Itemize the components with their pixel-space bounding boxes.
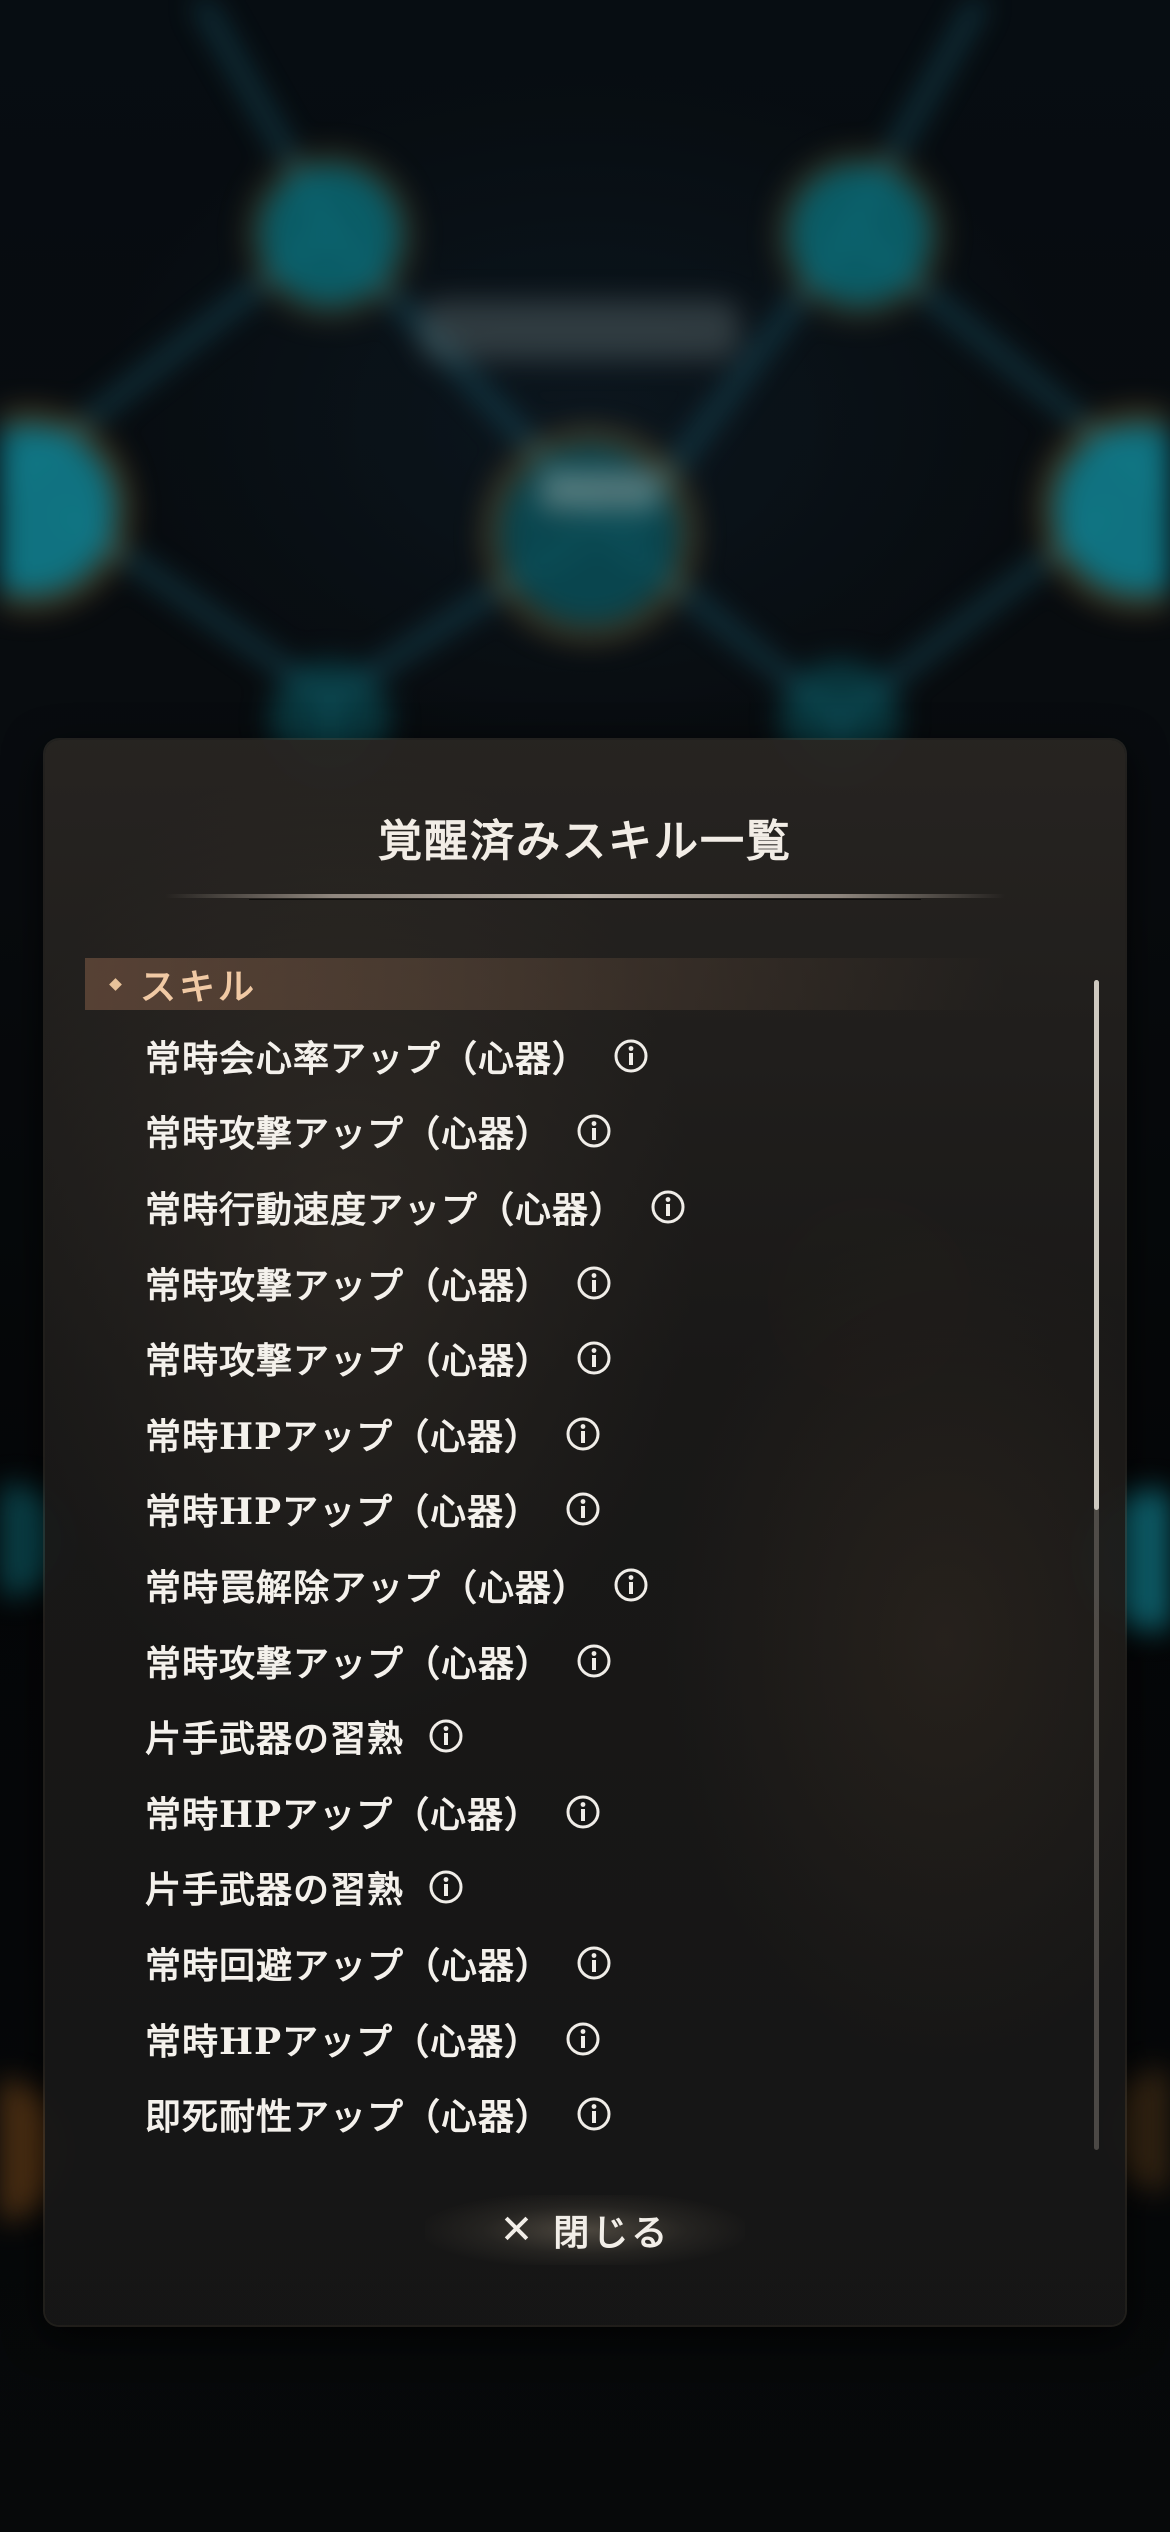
title-divider: [165, 894, 1005, 900]
info-icon[interactable]: [576, 1643, 612, 1679]
close-x-icon: ✕: [499, 2207, 534, 2253]
skill-name: 常時攻撃アップ（心器）: [145, 1264, 553, 1307]
scrollbar-thumb[interactable]: [1094, 980, 1099, 1510]
skill-list-item: 常時会心率アップ（心器）: [145, 1018, 1095, 1094]
close-button[interactable]: ✕ 閉じる: [425, 2195, 745, 2265]
skill-name: 常時HPアップ（心器）: [145, 1491, 542, 1534]
skill-list-item: 片手武器の習熟: [145, 1698, 1095, 1774]
skill-list-item: 常時罠解除アップ（心器）: [145, 1547, 1095, 1623]
info-icon[interactable]: [576, 1113, 612, 1149]
info-icon[interactable]: [565, 1416, 601, 1452]
info-icon[interactable]: [613, 1567, 649, 1603]
skill-name: 常時HPアップ（心器）: [145, 2020, 542, 2063]
skill-name: 片手武器の習熟: [145, 1718, 405, 1761]
info-icon[interactable]: [576, 1945, 612, 1981]
skill-list-item: 常時攻撃アップ（心器）: [145, 1623, 1095, 1699]
skill-name: 常時攻撃アップ（心器）: [145, 1642, 553, 1685]
dialog-title: 覚醒済みスキル一覧: [378, 816, 792, 867]
skill-list-item: 常時攻撃アップ（心器）: [145, 1320, 1095, 1396]
close-label: 閉じる: [553, 2212, 671, 2254]
skill-list-item: 即死耐性アップ（心器）: [145, 2076, 1095, 2152]
info-icon[interactable]: [565, 1794, 601, 1830]
skill-name: 常時攻撃アップ（心器）: [145, 1340, 553, 1383]
info-icon[interactable]: [576, 2096, 612, 2132]
skill-name: 片手武器の習熟: [145, 1869, 405, 1912]
diamond-bullet-icon: [109, 977, 122, 991]
awakened-skills-dialog: 覚醒済みスキル一覧 スキル 常時会心率アップ（心器） 常時攻撃アップ（心器） 常時行…: [45, 740, 1125, 2325]
skill-list-item: 常時HPアップ（心器）: [145, 1774, 1095, 1850]
skill-list-item: 片手武器の習熟: [145, 1850, 1095, 1926]
skill-name: 常時罠解除アップ（心器）: [145, 1566, 590, 1609]
info-icon[interactable]: [613, 1038, 649, 1074]
skill-list-item: 常時行動速度アップ（心器）: [145, 1169, 1095, 1245]
skill-list-item: 常時回避アップ（心器）: [145, 1925, 1095, 2001]
skill-name: 常時攻撃アップ（心器）: [145, 1113, 553, 1156]
scrollbar[interactable]: [1094, 980, 1099, 2150]
skill-name: 常時HPアップ（心器）: [145, 1415, 542, 1458]
skill-name: 常時回避アップ（心器）: [145, 1944, 553, 1987]
skill-name: 常時行動速度アップ（心器）: [145, 1188, 627, 1231]
skill-list: 常時会心率アップ（心器） 常時攻撃アップ（心器） 常時行動速度アップ（心器） 常時攻撃…: [145, 1018, 1095, 2152]
skill-list-item: 常時HPアップ（心器）: [145, 1472, 1095, 1548]
info-icon[interactable]: [428, 1869, 464, 1905]
info-icon[interactable]: [565, 2021, 601, 2057]
skill-name: 常時HPアップ（心器）: [145, 1793, 542, 1836]
info-icon[interactable]: [428, 1718, 464, 1754]
skill-list-item: 常時攻撃アップ（心器）: [145, 1094, 1095, 1170]
section-header-skills: スキル: [85, 958, 1005, 1010]
skill-name: 即死耐性アップ（心器）: [145, 2096, 553, 2139]
skill-name: 常時会心率アップ（心器）: [145, 1037, 590, 1080]
info-icon[interactable]: [650, 1189, 686, 1225]
skill-list-item: 常時HPアップ（心器）: [145, 2001, 1095, 2077]
info-icon[interactable]: [576, 1265, 612, 1301]
skill-list-item: 常時攻撃アップ（心器）: [145, 1245, 1095, 1321]
info-icon[interactable]: [565, 1491, 601, 1527]
info-icon[interactable]: [576, 1340, 612, 1376]
skill-list-item: 常時HPアップ（心器）: [145, 1396, 1095, 1472]
section-label: スキル: [140, 966, 258, 1008]
